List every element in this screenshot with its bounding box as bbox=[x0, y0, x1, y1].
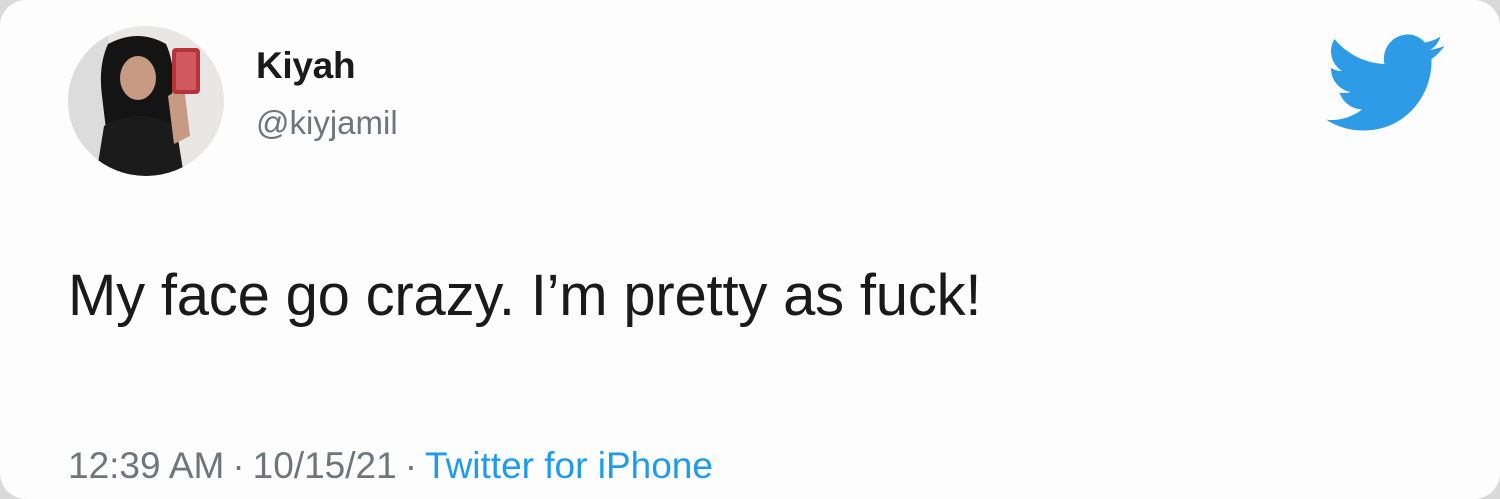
meta-separator: · bbox=[404, 445, 418, 486]
tweet-date[interactable]: 10/15/21 bbox=[253, 445, 397, 486]
tweet-meta: 12:39 AM · 10/15/21 · Twitter for iPhone bbox=[68, 445, 713, 487]
tweet-card: Kiyah @kiyjamil My face go crazy. I’m pr… bbox=[0, 0, 1500, 499]
meta-separator: · bbox=[232, 445, 245, 486]
profile-photo bbox=[68, 26, 224, 176]
avatar[interactable] bbox=[68, 26, 224, 176]
author-name[interactable]: Kiyah bbox=[256, 45, 356, 87]
author-handle[interactable]: @kiyjamil bbox=[256, 104, 398, 142]
tweet-source-link[interactable]: Twitter for iPhone bbox=[425, 445, 713, 486]
twitter-bird-icon bbox=[1326, 34, 1444, 131]
tweet-text: My face go crazy. I’m pretty as fuck! bbox=[68, 263, 982, 328]
tweet-time[interactable]: 12:39 AM bbox=[68, 445, 224, 486]
